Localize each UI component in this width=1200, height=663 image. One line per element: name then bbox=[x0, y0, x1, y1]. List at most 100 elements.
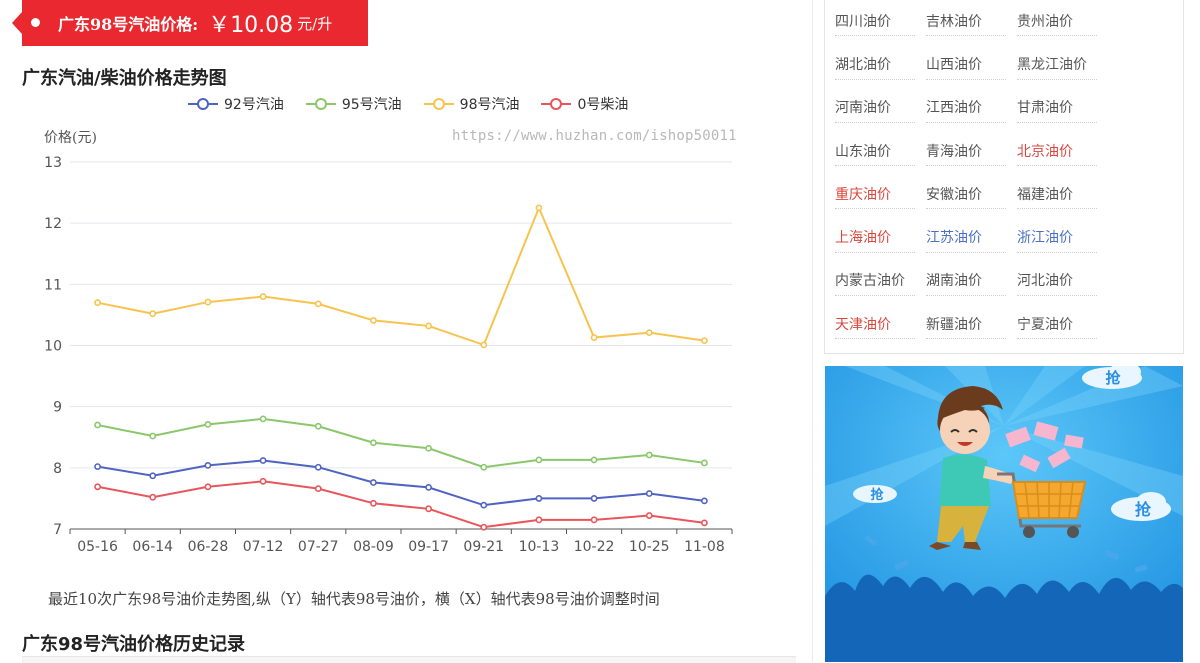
data-point bbox=[701, 459, 708, 467]
province-link[interactable]: 四川油价 bbox=[835, 0, 915, 42]
cloud-badge-left: 抢 bbox=[853, 485, 897, 503]
y-tick-label: 8 bbox=[53, 461, 62, 477]
province-link[interactable]: 河北油价 bbox=[1017, 259, 1097, 302]
data-point bbox=[480, 341, 488, 349]
y-tick-label: 9 bbox=[53, 400, 62, 416]
svg-text:抢: 抢 bbox=[1105, 369, 1121, 387]
data-point bbox=[149, 493, 157, 501]
watermark-url: https://www.huzhan.com/ishop50011 bbox=[452, 128, 737, 144]
shopping-ad-illustration: 抢 抢 抢 bbox=[825, 366, 1183, 662]
legend-item[interactable]: 0号柴油 bbox=[541, 94, 628, 114]
data-point bbox=[204, 421, 212, 428]
data-point bbox=[370, 499, 377, 507]
province-link[interactable]: 重庆油价 bbox=[835, 172, 915, 215]
legend-item[interactable]: 98号汽油 bbox=[423, 94, 519, 114]
price-trend-chart: 价格(元) 7 8 9 10 11 12 13 05-16 06-14 06-28 07-12 07-2… bbox=[44, 130, 733, 555]
province-link[interactable]: 安徽油价 bbox=[926, 172, 1006, 215]
svg-text:抢: 抢 bbox=[1135, 500, 1152, 519]
data-point bbox=[259, 457, 267, 464]
data-point bbox=[535, 204, 543, 212]
data-point bbox=[590, 516, 598, 524]
x-tick-label: 06-14 bbox=[132, 539, 173, 555]
x-tick-label: 07-27 bbox=[298, 539, 339, 555]
data-point bbox=[204, 298, 212, 306]
province-link[interactable]: 天津油价 bbox=[835, 302, 915, 345]
data-point bbox=[149, 310, 157, 318]
legend-item[interactable]: 95号汽油 bbox=[305, 94, 402, 114]
province-link[interactable]: 新疆油价 bbox=[926, 302, 1006, 345]
province-link[interactable]: 宁夏油价 bbox=[1017, 302, 1097, 345]
svg-text:抢: 抢 bbox=[870, 487, 884, 503]
data-point bbox=[259, 415, 267, 423]
province-link[interactable]: 江苏油价 bbox=[926, 215, 1006, 258]
data-point bbox=[370, 317, 377, 324]
chart-title: 广东汽油/柴油价格走势图 bbox=[22, 68, 227, 89]
data-point bbox=[480, 463, 488, 471]
data-point bbox=[645, 329, 653, 337]
province-link[interactable]: 浙江油价 bbox=[1017, 215, 1097, 258]
province-link[interactable]: 河南油价 bbox=[835, 86, 915, 129]
y-tick-label: 12 bbox=[44, 216, 62, 232]
data-point bbox=[204, 483, 212, 491]
tag-tip bbox=[12, 12, 22, 34]
province-link[interactable]: 北京油价 bbox=[1017, 129, 1097, 172]
data-point bbox=[480, 501, 488, 509]
x-tick-label: 07-12 bbox=[243, 539, 284, 555]
data-point bbox=[314, 422, 322, 430]
data-point bbox=[425, 444, 432, 452]
data-point bbox=[94, 463, 101, 471]
price-unit: 元/升 bbox=[297, 14, 333, 33]
y-tick-label: 10 bbox=[44, 339, 62, 355]
data-point bbox=[425, 505, 432, 513]
province-links-box: 四川油价 吉林油价 贵州油价湖北油价 山西油价 黑龙江油价河南油价 江西油价 甘肃油价山东油… bbox=[824, 0, 1184, 354]
province-link[interactable]: 黑龙江油价 bbox=[1017, 42, 1097, 85]
legend-marker-icon bbox=[188, 98, 218, 110]
province-link[interactable]: 山东油价 bbox=[835, 129, 915, 172]
province-link[interactable]: 湖北油价 bbox=[835, 42, 915, 85]
data-point bbox=[645, 451, 653, 459]
province-link[interactable]: 湖南油价 bbox=[926, 259, 1006, 302]
legend-marker-icon bbox=[423, 98, 454, 110]
province-link[interactable]: 吉林油价 bbox=[926, 0, 1006, 42]
data-point bbox=[94, 421, 101, 429]
legend-item[interactable]: 92号汽油 bbox=[188, 94, 284, 114]
province-link[interactable]: 内蒙古油价 bbox=[835, 259, 915, 302]
province-link[interactable]: 江西油价 bbox=[926, 86, 1006, 129]
data-point bbox=[259, 477, 267, 485]
province-link[interactable]: 福建油价 bbox=[1017, 172, 1097, 215]
data-point bbox=[370, 439, 377, 447]
ad-banner[interactable]: 抢 抢 抢 bbox=[825, 366, 1183, 662]
y-tick-label: 7 bbox=[53, 522, 62, 538]
x-tick-label: 11-08 bbox=[684, 539, 725, 555]
series-line bbox=[97, 459, 705, 507]
province-link[interactable]: 上海油价 bbox=[835, 215, 915, 258]
data-point bbox=[645, 490, 653, 497]
data-point bbox=[425, 322, 432, 330]
province-link[interactable]: 山西油价 bbox=[926, 42, 1006, 85]
price-label: 广东98号汽油价格: bbox=[58, 15, 199, 34]
x-tick-label: 06-28 bbox=[188, 539, 229, 555]
y-axis-label: 价格(元) bbox=[44, 130, 97, 146]
main-content: 广东98号汽油价格: ￥10.08 元/升 广东汽油/柴油价格走势图 92号汽油… bbox=[0, 0, 813, 663]
data-point bbox=[590, 334, 598, 341]
x-tick-label: 10-13 bbox=[519, 539, 560, 555]
data-point bbox=[480, 523, 488, 531]
series-line bbox=[97, 417, 705, 469]
series-line bbox=[97, 205, 705, 347]
province-link[interactable]: 甘肃油价 bbox=[1017, 86, 1097, 129]
data-point bbox=[701, 519, 708, 527]
data-point bbox=[94, 483, 101, 491]
price-value: ￥10.08 bbox=[208, 13, 294, 38]
legend-label: 0号柴油 bbox=[577, 97, 629, 113]
data-point bbox=[259, 293, 267, 300]
data-point bbox=[645, 512, 653, 519]
data-point bbox=[204, 461, 212, 469]
data-point bbox=[314, 300, 322, 308]
province-link[interactable]: 贵州油价 bbox=[1017, 0, 1097, 42]
x-tick-label: 10-22 bbox=[574, 539, 615, 555]
province-link[interactable]: 青海油价 bbox=[926, 129, 1006, 172]
data-point bbox=[701, 497, 708, 505]
data-point bbox=[314, 463, 322, 471]
data-point bbox=[701, 337, 708, 345]
data-point bbox=[590, 495, 598, 502]
